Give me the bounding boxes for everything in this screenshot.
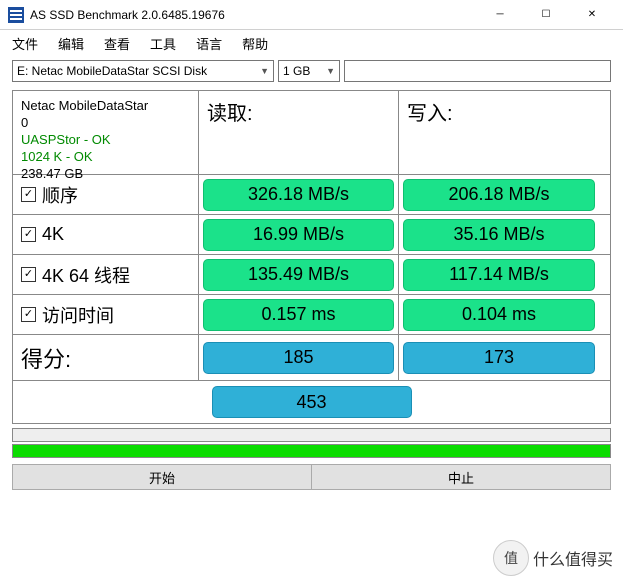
progress-bar-total xyxy=(12,444,611,458)
drive-info: Netac MobileDataStar 0 UASPStor - OK 102… xyxy=(13,91,199,174)
label-seq: ✓ 顺序 xyxy=(13,175,199,214)
score-write-value: 173 xyxy=(403,342,595,374)
driver-status: UASPStor - OK xyxy=(21,131,111,148)
start-button[interactable]: 开始 xyxy=(12,464,312,490)
drive-select[interactable]: E: Netac MobileDataStar SCSI Disk ▼ xyxy=(12,60,274,82)
main-panel: Netac MobileDataStar 0 UASPStor - OK 102… xyxy=(0,86,623,424)
checkbox-4k[interactable]: ✓ xyxy=(21,227,36,242)
checkbox-4k64[interactable]: ✓ xyxy=(21,267,36,282)
app-icon xyxy=(8,7,24,23)
drive-name: Netac MobileDataStar xyxy=(21,97,148,114)
label-4k: ✓ 4K xyxy=(13,215,199,254)
size-select-value: 1 GB xyxy=(283,64,310,78)
score-read-value: 185 xyxy=(203,342,394,374)
4k64-write-value: 117.14 MB/s xyxy=(403,259,595,291)
button-row: 开始 中止 xyxy=(0,460,623,492)
minimize-button[interactable]: ─ xyxy=(477,0,523,30)
row-4k: ✓ 4K 16.99 MB/s 35.16 MB/s xyxy=(13,215,610,255)
drive-select-value: E: Netac MobileDataStar SCSI Disk xyxy=(17,64,207,78)
row-4k64: ✓ 4K 64 线程 135.49 MB/s 117.14 MB/s xyxy=(13,255,610,295)
row-total: 453 xyxy=(13,381,610,423)
watermark-icon: 值 xyxy=(493,540,529,576)
header-write: 写入: xyxy=(399,91,599,174)
abort-button[interactable]: 中止 xyxy=(312,464,611,490)
results-grid: Netac MobileDataStar 0 UASPStor - OK 102… xyxy=(12,90,611,424)
maximize-button[interactable]: ☐ xyxy=(523,0,569,30)
4k64-read-value: 135.49 MB/s xyxy=(203,259,394,291)
close-button[interactable]: ✕ xyxy=(569,0,615,30)
menu-view[interactable]: 查看 xyxy=(104,34,130,53)
progress-bar-step xyxy=(12,428,611,442)
menu-file[interactable]: 文件 xyxy=(12,34,38,53)
watermark: 值 什么值得买 xyxy=(493,540,613,576)
header-row: Netac MobileDataStar 0 UASPStor - OK 102… xyxy=(13,91,610,175)
drive-rev: 0 xyxy=(21,114,28,131)
watermark-text: 什么值得买 xyxy=(533,546,613,570)
label-access-text: 访问时间 xyxy=(42,302,114,328)
score-total-value: 453 xyxy=(212,386,412,418)
seq-write-value: 206.18 MB/s xyxy=(403,179,595,211)
menu-help[interactable]: 帮助 xyxy=(242,34,268,53)
window-controls: ─ ☐ ✕ xyxy=(477,0,615,30)
label-access: ✓ 访问时间 xyxy=(13,295,199,334)
toolbar-input[interactable] xyxy=(344,60,611,82)
checkbox-access[interactable]: ✓ xyxy=(21,307,36,322)
window-title: AS SSD Benchmark 2.0.6485.19676 xyxy=(30,8,477,22)
4k-read-value: 16.99 MB/s xyxy=(203,219,394,251)
access-write-value: 0.104 ms xyxy=(403,299,595,331)
seq-read-value: 326.18 MB/s xyxy=(203,179,394,211)
toolbar: E: Netac MobileDataStar SCSI Disk ▼ 1 GB… xyxy=(0,56,623,86)
progress-area xyxy=(0,424,623,458)
menu-lang[interactable]: 语言 xyxy=(196,34,222,53)
row-seq: ✓ 顺序 326.18 MB/s 206.18 MB/s xyxy=(13,175,610,215)
label-4k-text: 4K xyxy=(42,224,64,245)
checkbox-seq[interactable]: ✓ xyxy=(21,187,36,202)
label-seq-text: 顺序 xyxy=(42,182,78,208)
chevron-down-icon: ▼ xyxy=(260,66,269,76)
menubar: 文件 编辑 查看 工具 语言 帮助 xyxy=(0,30,623,56)
chevron-down-icon: ▼ xyxy=(326,66,335,76)
4k-write-value: 35.16 MB/s xyxy=(403,219,595,251)
menu-edit[interactable]: 编辑 xyxy=(58,34,84,53)
label-4k64: ✓ 4K 64 线程 xyxy=(13,255,199,294)
row-score: 得分: 185 173 xyxy=(13,335,610,381)
header-read: 读取: xyxy=(199,91,399,174)
menu-tools[interactable]: 工具 xyxy=(150,34,176,53)
row-access: ✓ 访问时间 0.157 ms 0.104 ms xyxy=(13,295,610,335)
size-select[interactable]: 1 GB ▼ xyxy=(278,60,340,82)
label-score: 得分: xyxy=(13,335,199,380)
access-read-value: 0.157 ms xyxy=(203,299,394,331)
align-status: 1024 K - OK xyxy=(21,148,93,165)
titlebar: AS SSD Benchmark 2.0.6485.19676 ─ ☐ ✕ xyxy=(0,0,623,30)
label-4k64-text: 4K 64 线程 xyxy=(42,262,130,288)
